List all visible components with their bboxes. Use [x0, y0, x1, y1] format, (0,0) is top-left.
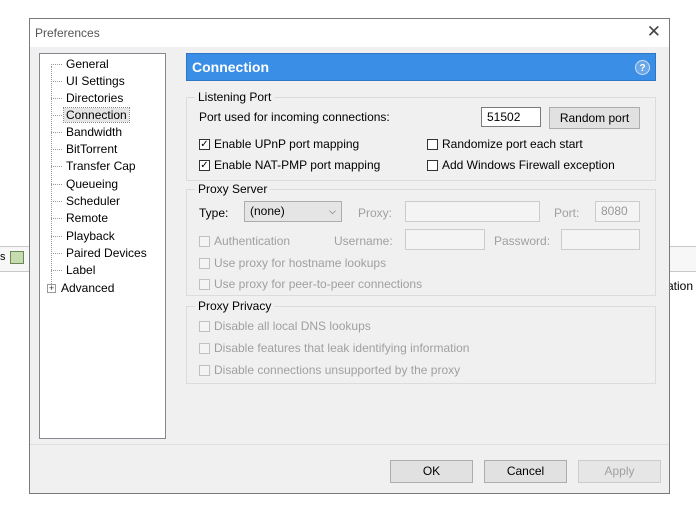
tree-item-playback[interactable]: Playback — [51, 228, 117, 244]
tree-item-bandwidth[interactable]: Bandwidth — [51, 124, 124, 140]
randomize-port-checkbox[interactable]: Randomize port each start — [427, 137, 583, 151]
dialog-title: Preferences — [35, 26, 100, 40]
tree-item-advanced[interactable]: + Advanced — [47, 280, 116, 296]
proxy-p2p-label: Use proxy for peer-to-peer connections — [214, 277, 423, 291]
tree-item-connection[interactable]: Connection — [51, 107, 130, 123]
listening-port-group: Listening Port Port used for incoming co… — [186, 90, 656, 181]
disable-unsupported-connections-checkbox[interactable]: Disable connections unsupported by the p… — [199, 363, 460, 377]
disable-leaking-features-checkbox[interactable]: Disable features that leak identifying i… — [199, 341, 469, 355]
upnp-label: Enable UPnP port mapping — [214, 137, 360, 151]
help-icon[interactable]: ? — [635, 60, 650, 75]
background-column-text: ation — [667, 279, 694, 293]
ok-button[interactable]: OK — [390, 460, 473, 483]
checkbox-check-icon[interactable]: ✓ — [199, 138, 210, 150]
tree-item-label[interactable]: Label — [51, 262, 97, 278]
title-bar: Preferences ✕ — [30, 19, 669, 47]
random-port-button[interactable]: Random port — [549, 107, 640, 129]
proxy-p2p-checkbox[interactable]: Use proxy for peer-to-peer connections — [199, 277, 422, 291]
proxy-port-input[interactable]: 8080 — [595, 201, 640, 222]
randomize-port-label: Randomize port each start — [442, 137, 583, 151]
authentication-label: Authentication — [214, 234, 291, 248]
footer-divider — [30, 444, 669, 445]
upnp-checkbox[interactable]: ✓ Enable UPnP port mapping — [199, 137, 359, 151]
preferences-tree[interactable]: General UI Settings Directories Connecti… — [39, 53, 166, 439]
tree-item-bittorrent[interactable]: BitTorrent — [51, 141, 119, 157]
disable-dns-lookups-checkbox[interactable]: Disable all local DNS lookups — [199, 319, 371, 333]
tree-item-directories[interactable]: Directories — [51, 90, 125, 106]
port-input[interactable]: 51502 — [481, 107, 541, 127]
authentication-checkbox[interactable]: Authentication — [199, 234, 290, 248]
tree-item-scheduler[interactable]: Scheduler — [51, 193, 122, 209]
checkbox-box[interactable] — [427, 159, 438, 171]
proxy-server-title: Proxy Server — [195, 182, 271, 196]
checkbox-box[interactable] — [199, 278, 210, 290]
proxy-privacy-group: Proxy Privacy Disable all local DNS look… — [186, 299, 656, 384]
username-input[interactable] — [405, 229, 485, 250]
proxy-server-group: Proxy Server Type: (none) ⌵ Proxy: Port:… — [186, 182, 656, 296]
background-image-icon — [10, 251, 24, 264]
checkbox-check-icon[interactable]: ✓ — [199, 159, 210, 171]
checkbox-box[interactable] — [199, 320, 210, 332]
checkbox-box[interactable] — [199, 364, 210, 376]
tree-item-remote[interactable]: Remote — [51, 210, 110, 226]
proxy-host-input[interactable] — [405, 201, 540, 222]
checkbox-box[interactable] — [199, 235, 210, 247]
page-title: Connection — [192, 59, 269, 75]
proxy-port-label: Port: — [554, 206, 580, 220]
password-input[interactable] — [561, 229, 640, 250]
disable-leaking-features-label: Disable features that leak identifying i… — [214, 341, 470, 355]
tree-item-transfer-cap[interactable]: Transfer Cap — [51, 158, 138, 174]
preferences-dialog: Preferences ✕ General UI Settings Direct… — [29, 18, 670, 494]
background-toolbar-text: s — [0, 251, 6, 263]
proxy-privacy-title: Proxy Privacy — [195, 299, 275, 313]
proxy-type-value: (none) — [250, 204, 285, 218]
listening-port-title: Listening Port — [195, 90, 275, 104]
checkbox-box[interactable] — [199, 342, 210, 354]
proxy-type-select[interactable]: (none) ⌵ — [244, 201, 342, 222]
tree-item-paired-devices[interactable]: Paired Devices — [51, 245, 149, 261]
tree-item-queueing[interactable]: Queueing — [51, 176, 120, 192]
checkbox-box[interactable] — [199, 257, 210, 269]
checkbox-box[interactable] — [427, 138, 438, 150]
disable-dns-lookups-label: Disable all local DNS lookups — [214, 319, 371, 333]
firewall-exception-label: Add Windows Firewall exception — [442, 158, 615, 172]
natpmp-checkbox[interactable]: ✓ Enable NAT-PMP port mapping — [199, 158, 380, 172]
chevron-down-icon: ⌵ — [329, 206, 336, 216]
natpmp-label: Enable NAT-PMP port mapping — [214, 158, 381, 172]
username-label: Username: — [334, 234, 393, 248]
close-icon[interactable]: ✕ — [647, 22, 661, 42]
apply-button[interactable]: Apply — [578, 460, 661, 483]
proxy-type-label: Type: — [199, 206, 229, 220]
firewall-exception-checkbox[interactable]: Add Windows Firewall exception — [427, 158, 615, 172]
proxy-host-label: Proxy: — [358, 206, 393, 220]
tree-item-ui-settings[interactable]: UI Settings — [51, 73, 127, 89]
disable-unsupported-connections-label: Disable connections unsupported by the p… — [214, 363, 461, 377]
tree-item-general[interactable]: General — [51, 56, 111, 72]
port-label: Port used for incoming connections: — [199, 110, 390, 124]
password-label: Password: — [494, 234, 551, 248]
proxy-hostname-lookups-label: Use proxy for hostname lookups — [214, 256, 387, 270]
expand-plus-icon[interactable]: + — [47, 284, 56, 294]
proxy-hostname-lookups-checkbox[interactable]: Use proxy for hostname lookups — [199, 256, 386, 270]
cancel-button[interactable]: Cancel — [484, 460, 567, 483]
page-header: Connection ? — [186, 53, 656, 81]
